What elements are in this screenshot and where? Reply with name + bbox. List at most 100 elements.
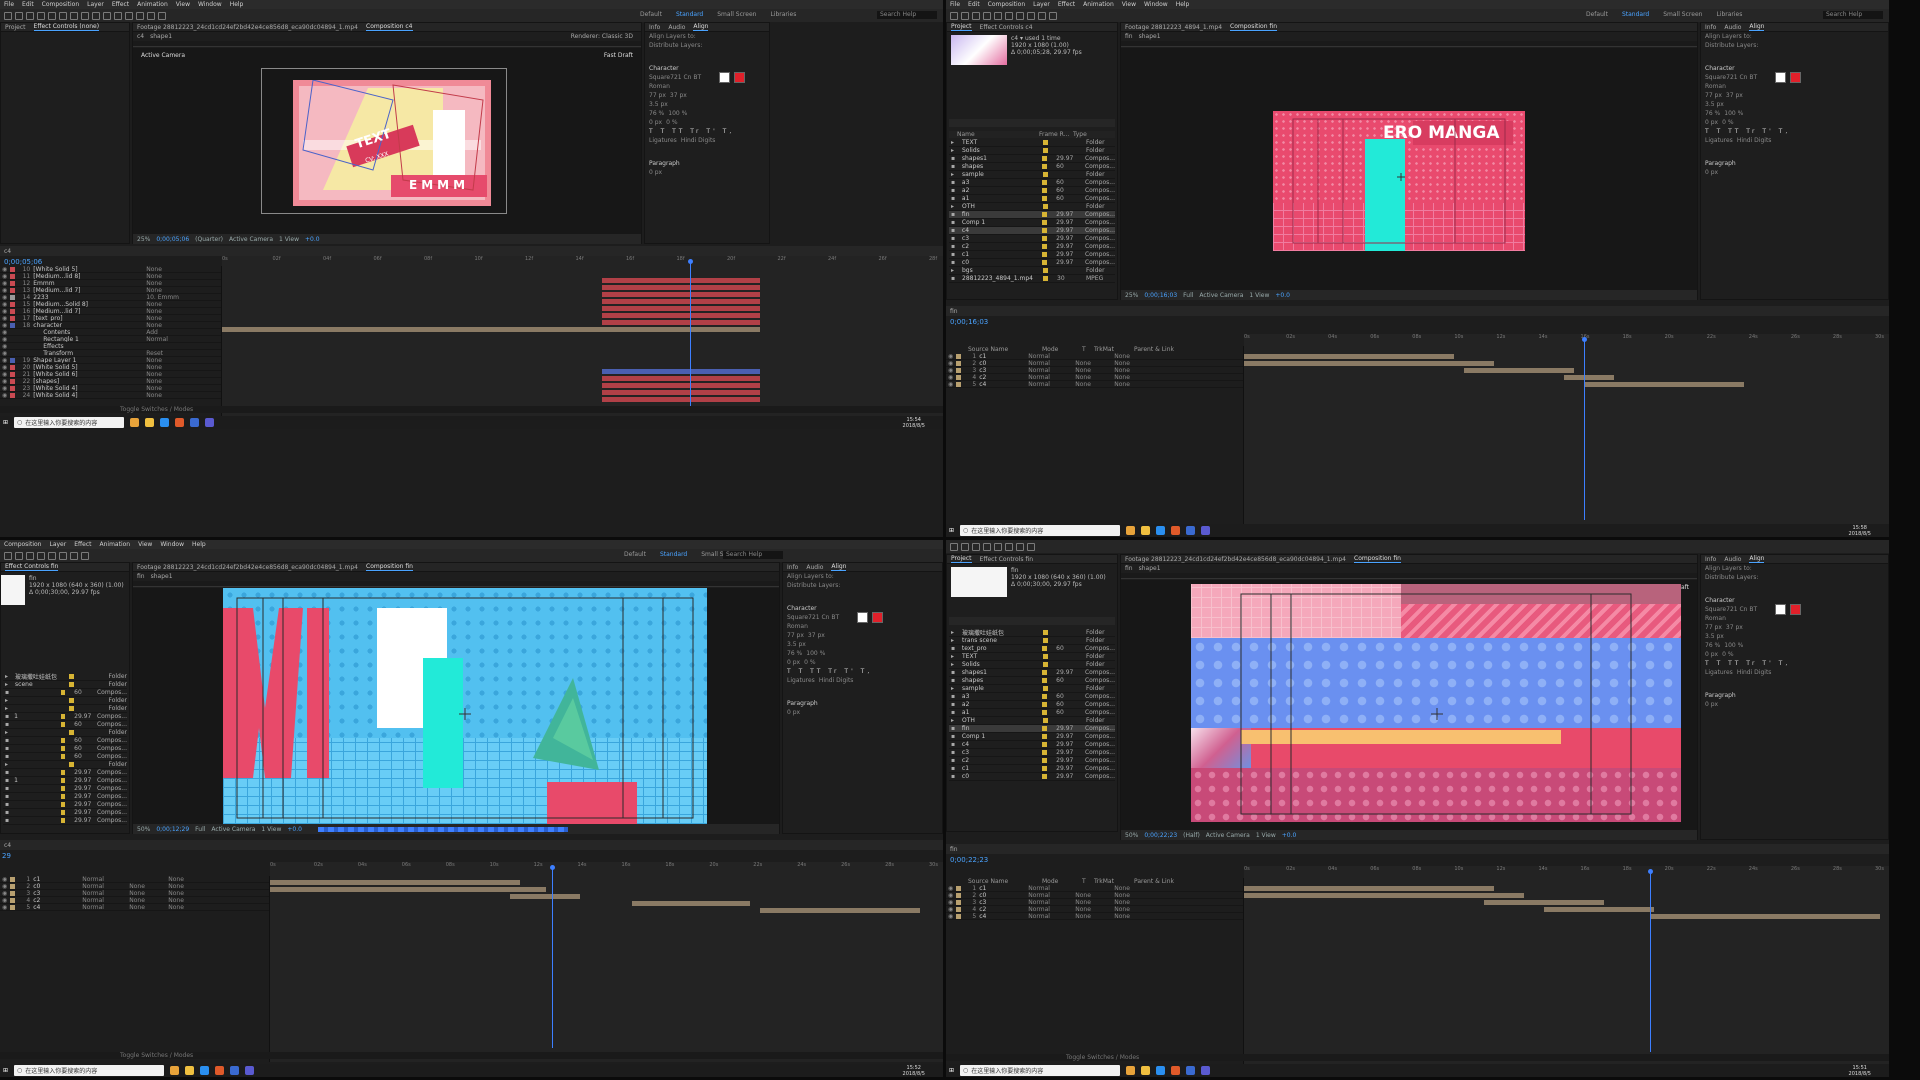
project-item[interactable]: ▪ c3 29.97 Compos... xyxy=(949,749,1115,757)
menu-view[interactable]: View xyxy=(176,1,190,8)
tab-project[interactable]: Project xyxy=(951,23,972,31)
hand-tool-icon[interactable] xyxy=(961,542,969,551)
layer-color-label[interactable] xyxy=(10,344,15,349)
project-item-label-color[interactable] xyxy=(69,762,74,767)
project-item-label-color[interactable] xyxy=(61,746,66,751)
search-help-field[interactable]: Search Help xyxy=(723,551,783,559)
fill-color-swatch[interactable] xyxy=(1775,72,1787,83)
shape-tool-icon[interactable] xyxy=(59,551,67,560)
shape-tool-icon[interactable] xyxy=(1016,11,1024,20)
paragraph-indent-field[interactable]: 0 px xyxy=(645,168,769,177)
project-item-label-color[interactable] xyxy=(1042,252,1048,257)
tab-align[interactable]: Align xyxy=(1749,23,1765,31)
layer-color-label[interactable] xyxy=(10,357,16,363)
layer-row[interactable]: ◉ Rectangle 1 Normal xyxy=(0,336,221,343)
project-item[interactable]: ▪ c3 29.97 Compos... xyxy=(949,235,1115,243)
style-select[interactable]: Roman xyxy=(645,82,769,91)
tab-timeline-c4[interactable]: c4 xyxy=(4,842,11,849)
project-item-name[interactable]: fin xyxy=(962,211,1039,218)
project-item-name[interactable]: a2 xyxy=(962,187,1039,194)
menu-help[interactable]: Help xyxy=(230,1,244,8)
layer-parent-select[interactable]: None xyxy=(1114,374,1138,380)
project-item[interactable]: ▸ scene Folder xyxy=(3,681,127,689)
breadcrumb-comp[interactable]: fin xyxy=(1125,33,1133,40)
project-item-label-color[interactable] xyxy=(61,818,66,823)
project-item-label-color[interactable] xyxy=(61,778,66,783)
layer-color-label[interactable] xyxy=(10,315,16,321)
faux-style-buttons[interactable]: T T TT Tr T' T, xyxy=(1701,659,1888,668)
project-item-label-color[interactable] xyxy=(1042,244,1048,249)
layer-parent[interactable]: None xyxy=(146,280,170,286)
selection-tool-icon[interactable] xyxy=(15,11,23,20)
col-t[interactable]: T xyxy=(1082,878,1090,885)
layer-row[interactable]: ◉ 3 c3 Normal None None xyxy=(946,899,1243,906)
eye-visibility-icon[interactable]: ◉ xyxy=(2,378,7,384)
layer-color-label[interactable] xyxy=(956,885,962,891)
project-item[interactable]: ▪ a1 60 Compos... xyxy=(949,195,1115,203)
chrome-icon[interactable] xyxy=(1126,526,1136,535)
project-item-label-color[interactable] xyxy=(1042,774,1048,779)
baseline-field[interactable]: 0 px xyxy=(1705,119,1718,126)
tab-timeline-fin[interactable]: fin xyxy=(950,846,958,853)
layer-bar-c2[interactable] xyxy=(1544,907,1654,912)
project-item-name[interactable]: 1 xyxy=(14,713,58,720)
tab-effect-controls[interactable]: Effect Controls fin xyxy=(5,563,59,571)
project-item[interactable]: ▪ c1 29.97 Compos... xyxy=(949,765,1115,773)
tab-align[interactable]: Align xyxy=(831,563,847,571)
layer-name[interactable]: [White Solid 4] xyxy=(33,392,103,398)
viewer-timecode[interactable]: 0;00;12;29 xyxy=(156,826,189,833)
tab-effect-controls[interactable]: Effect Controls fin xyxy=(980,556,1033,563)
project-item-name[interactable]: 玻璃撒吐娃纸包 xyxy=(15,673,66,680)
project-item[interactable]: ▸ Folder xyxy=(3,729,127,737)
type-tool-icon[interactable] xyxy=(1027,542,1035,551)
layer-name[interactable]: [shapes] xyxy=(33,378,103,384)
layer-name[interactable]: c1 xyxy=(979,885,1025,891)
project-item[interactable]: ▪ a3 60 Compos... xyxy=(949,693,1115,701)
eye-visibility-icon[interactable]: ◉ xyxy=(2,371,7,377)
app-icon[interactable] xyxy=(1156,1066,1166,1075)
shape-tool-icon[interactable] xyxy=(81,11,89,20)
workspace-standard[interactable]: Standard xyxy=(660,551,687,558)
layer-parent-select[interactable]: None xyxy=(1114,353,1138,359)
selection-tool-icon[interactable] xyxy=(4,551,12,560)
project-item[interactable]: ▪ 60 Compos... xyxy=(3,689,127,697)
layer-row[interactable]: ◉ 1 c1 Normal None xyxy=(0,876,269,883)
project-item-name[interactable]: 1 xyxy=(14,777,58,784)
hindi-digits-checkbox[interactable]: Hindi Digits xyxy=(1737,669,1772,676)
layer-bar-c3[interactable] xyxy=(1464,368,1574,373)
layer-color-label[interactable] xyxy=(10,308,16,314)
eye-visibility-icon[interactable]: ◉ xyxy=(948,906,953,912)
selection-tool-icon[interactable] xyxy=(950,542,958,551)
tab-info[interactable]: Info xyxy=(787,564,798,571)
layer-name[interactable]: character xyxy=(33,322,103,328)
horizontal-scale-field[interactable]: 100 % xyxy=(1724,110,1743,117)
layer-row[interactable]: ◉ 16 [Medium...lid 7] None xyxy=(0,308,221,315)
stroke-width-field[interactable]: 3.5 px xyxy=(645,100,769,109)
font-size-field[interactable]: 77 px xyxy=(1705,92,1722,99)
layer-color-label[interactable] xyxy=(10,883,16,889)
layer-name[interactable]: 2233 xyxy=(33,294,103,300)
explorer-icon[interactable] xyxy=(1141,1066,1151,1075)
views-select[interactable]: 1 View xyxy=(1249,292,1269,299)
project-item-name[interactable]: OTH xyxy=(962,717,1040,724)
layer-trkmat-select[interactable]: None xyxy=(1075,892,1111,898)
layer-name[interactable]: c3 xyxy=(979,367,1025,373)
camera-select[interactable]: Active Camera xyxy=(229,236,273,243)
project-item-name[interactable]: text_pro xyxy=(962,645,1039,652)
brush-tool-icon[interactable] xyxy=(1049,11,1057,20)
layer-trkmat-select[interactable]: None xyxy=(1075,367,1111,373)
tab-timeline-fin[interactable]: fin xyxy=(950,308,958,315)
layer-bar-c4[interactable] xyxy=(1584,382,1744,387)
baseline-field[interactable]: 0 px xyxy=(787,659,800,666)
layer-parent-select[interactable]: None xyxy=(1114,906,1138,912)
paragraph-indent-field[interactable]: 0 px xyxy=(1701,700,1888,709)
faux-style-buttons[interactable]: T T TT Tr T' T, xyxy=(645,127,769,136)
project-item[interactable]: ▸ sample Folder xyxy=(949,171,1115,179)
timeline-timecode[interactable]: 0;00;22;23 xyxy=(950,856,988,864)
eye-visibility-icon[interactable]: ◉ xyxy=(2,308,7,314)
project-item-label-color[interactable] xyxy=(1043,148,1048,153)
app-icon[interactable] xyxy=(200,1066,210,1075)
tab-composition[interactable]: Composition fin xyxy=(366,563,413,571)
layer-row[interactable]: ◉ 1 c1 Normal None xyxy=(946,353,1243,360)
layer-row[interactable]: ◉ 5 c4 Normal None None xyxy=(946,913,1243,920)
